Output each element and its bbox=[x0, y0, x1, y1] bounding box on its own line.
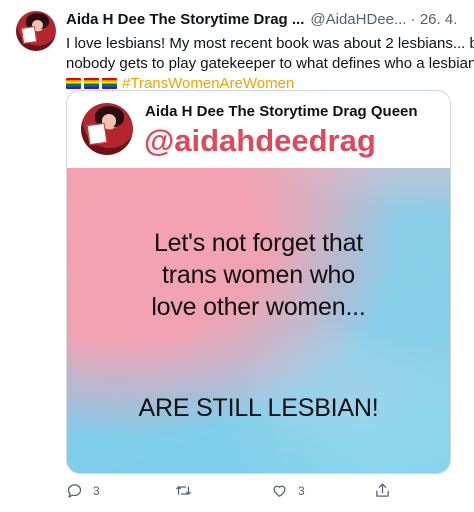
share-button[interactable] bbox=[374, 482, 391, 499]
rainbow-flag-icon bbox=[84, 78, 99, 89]
author-name[interactable]: Aida H Dee The Storytime Drag ... bbox=[66, 11, 304, 28]
avatar-book bbox=[20, 26, 37, 44]
retweet-icon bbox=[176, 486, 191, 495]
reply-button[interactable]: 3 bbox=[66, 482, 100, 499]
quoted-author-avatar[interactable] bbox=[81, 103, 133, 155]
image-text-line: ARE STILL LESBIAN! bbox=[138, 394, 379, 422]
tweet[interactable]: Aida H Dee The Storytime Drag ... @AidaHD… bbox=[0, 0, 474, 512]
tweet-actions: 3 3 bbox=[66, 482, 406, 502]
quoted-image[interactable]: Let's not forget that trans women who lo… bbox=[67, 168, 450, 473]
like-icon bbox=[273, 485, 286, 497]
quoted-author-name[interactable]: Aida H Dee The Storytime Drag Queen bbox=[145, 103, 418, 120]
share-icon bbox=[376, 483, 389, 497]
tweet-text-line: I love lesbians! My most recent book was… bbox=[66, 35, 474, 52]
image-text-line: trans women who bbox=[162, 261, 355, 289]
like-button[interactable]: 3 bbox=[271, 482, 305, 499]
quoted-author-handle[interactable]: @aidahdeedrag bbox=[144, 123, 376, 159]
avatar-book bbox=[86, 122, 108, 145]
image-text-line: love other women... bbox=[151, 293, 366, 321]
quoted-tweet[interactable]: Aida H Dee The Storytime Drag Queen @aid… bbox=[66, 90, 451, 474]
tweet-text: I love lesbians! My most recent book was… bbox=[66, 34, 474, 94]
separator-dot: · bbox=[410, 11, 416, 28]
tweet-timestamp[interactable]: 26. 4. bbox=[420, 11, 458, 28]
rainbow-flag-icon bbox=[102, 78, 117, 89]
author-avatar[interactable] bbox=[16, 11, 56, 51]
reply-count: 3 bbox=[93, 483, 100, 498]
image-text-line: Let's not forget that bbox=[153, 229, 364, 257]
like-count: 3 bbox=[298, 483, 305, 498]
rainbow-flag-icon bbox=[66, 78, 81, 89]
tweet-header: Aida H Dee The Storytime Drag ... @AidaHD… bbox=[66, 11, 457, 28]
tweet-text-line: nobody gets to play gatekeeper to what d… bbox=[66, 55, 474, 72]
reply-icon bbox=[67, 484, 82, 499]
author-handle[interactable]: @AidaHDee... bbox=[310, 11, 406, 28]
retweet-button[interactable] bbox=[175, 482, 202, 499]
